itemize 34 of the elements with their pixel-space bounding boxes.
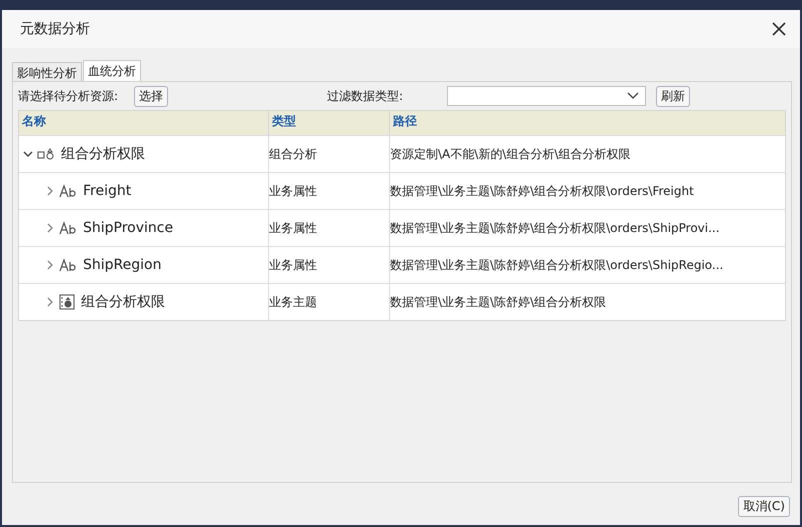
text-field-icon bbox=[59, 221, 77, 235]
table-cell-text: 数据管理\业务主题\陈舒婷\组合分析权限\orders\ShipRegio... bbox=[390, 256, 724, 274]
table-cell: 业务属性 bbox=[269, 247, 390, 283]
caret-icon bbox=[627, 92, 640, 100]
column-header[interactable]: 类型 bbox=[269, 111, 390, 135]
resource-label: 请选择待分析资源: bbox=[18, 88, 118, 104]
table-cell: 业务属性 bbox=[269, 210, 390, 246]
text-field-icon bbox=[59, 184, 77, 198]
tree-item-name[interactable]: Freight bbox=[83, 183, 132, 199]
tab[interactable]: 影响性分析 bbox=[12, 62, 82, 81]
tree-item-name[interactable]: ShipRegion bbox=[83, 257, 162, 273]
column-header[interactable]: 名称 bbox=[19, 111, 269, 135]
table-cell: 业务主题 bbox=[269, 284, 390, 320]
table-cell-text: 数据管理\业务主题\陈舒婷\组合分析权限 bbox=[390, 294, 608, 310]
box-icon bbox=[59, 294, 75, 310]
filter-label: 过滤数据类型: bbox=[327, 88, 404, 104]
column-header[interactable]: 路径 bbox=[390, 111, 785, 135]
table-cell: 组合分析 bbox=[269, 136, 390, 172]
tab[interactable]: 血统分析 bbox=[83, 60, 141, 81]
tree-item-name[interactable]: ShipProvince bbox=[83, 220, 174, 236]
tree-item-name[interactable]: 组合分析权限 bbox=[61, 145, 145, 163]
select-button[interactable]: 选择 bbox=[134, 86, 168, 106]
filter-dropdown[interactable] bbox=[447, 86, 646, 106]
refresh-button[interactable]: 刷新 bbox=[656, 86, 690, 106]
table-cell-text: 数据管理\业务主题\陈舒婷\组合分析权限\orders\Freight bbox=[390, 182, 695, 200]
table-cell-text: 资源定制\A不能\新的\组合分析\组合分析权限 bbox=[390, 146, 632, 162]
table-cell-text: 数据管理\业务主题\陈舒婷\组合分析权限\orders\ShipProvi... bbox=[390, 220, 721, 236]
tree-item-name[interactable]: 组合分析权限 bbox=[81, 293, 165, 311]
text-field-icon bbox=[59, 258, 77, 272]
cancel-button[interactable]: 取消(C) bbox=[738, 496, 790, 517]
close-icon[interactable] bbox=[772, 22, 786, 36]
combo-analysis-icon bbox=[37, 147, 55, 161]
window-title: 元数据分析 bbox=[20, 20, 90, 38]
table-cell: 业务属性 bbox=[269, 173, 390, 209]
